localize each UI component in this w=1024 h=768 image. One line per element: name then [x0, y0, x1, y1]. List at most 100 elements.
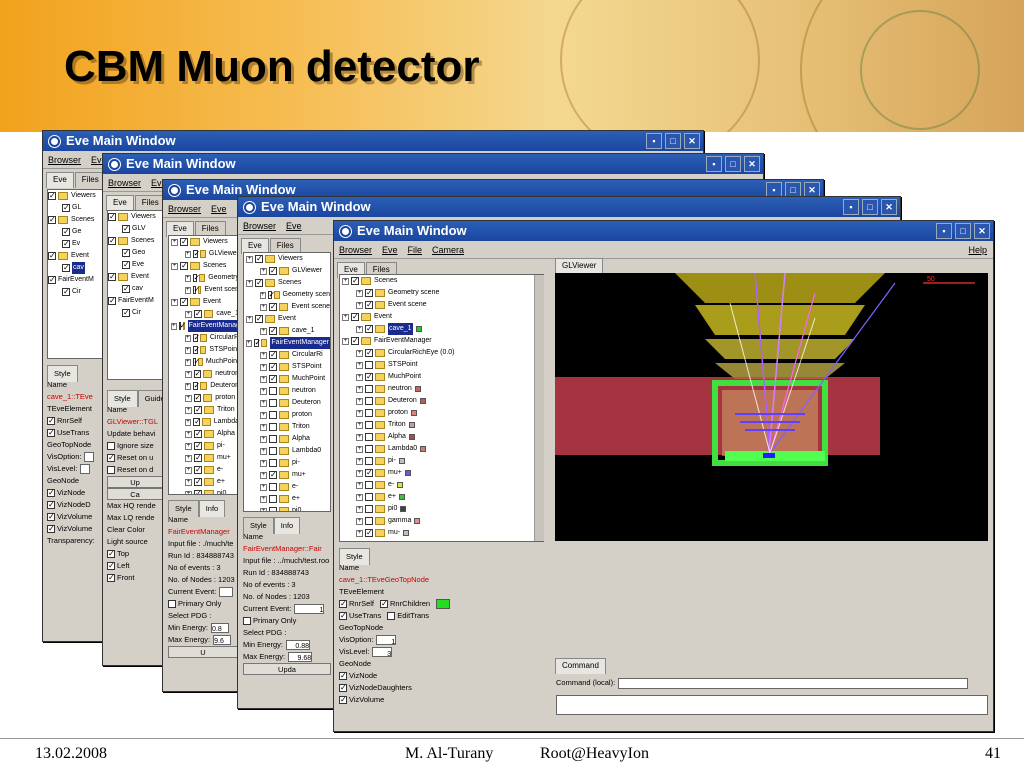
expand-icon[interactable]: +	[246, 255, 253, 263]
tree-view[interactable]: + Viewers + GLViewer + Scenes + Geometry + Event …	[168, 235, 240, 495]
rnr-children-checkbox[interactable]	[380, 598, 389, 610]
title-bar[interactable]: Eve Main Window ▪ □ ✕	[103, 154, 763, 174]
detector-render[interactable]: 50	[555, 273, 988, 541]
vis-level-input[interactable]: 3	[372, 647, 393, 658]
tree-item[interactable]: + cave_1	[169, 308, 239, 320]
title-bar[interactable]: Eve Main Window ▪ □ ✕	[43, 131, 703, 151]
command-output[interactable]	[556, 695, 988, 715]
minimize-icon[interactable]: ▪	[843, 199, 859, 215]
visibility-checkbox[interactable]	[192, 356, 200, 368]
expand-icon[interactable]: +	[171, 322, 177, 330]
expand-icon[interactable]: +	[185, 250, 191, 258]
visibility-checkbox[interactable]	[253, 337, 262, 349]
expand-icon[interactable]: +	[356, 517, 363, 525]
expand-icon[interactable]: +	[356, 349, 363, 357]
tree-item[interactable]: + mu+	[169, 452, 239, 464]
expand-icon[interactable]: +	[356, 373, 363, 381]
expand-icon[interactable]: +	[356, 529, 363, 537]
expand-icon[interactable]: +	[260, 459, 267, 467]
visibility-checkbox[interactable]	[269, 447, 277, 455]
visibility-checkbox[interactable]	[193, 308, 202, 320]
edit-trans-checkbox[interactable]	[387, 612, 396, 620]
visibility-checkbox[interactable]	[269, 435, 277, 443]
visibility-checkbox[interactable]	[365, 493, 373, 501]
visibility-checkbox[interactable]	[269, 483, 277, 491]
rnr-self-checkbox[interactable]	[339, 598, 347, 610]
tree-view[interactable]: Viewers GLV Scenes Geo Eve Event cav Fai…	[107, 210, 163, 380]
viz-node-daughters-checkbox[interactable]	[339, 682, 347, 694]
visibility-checkbox[interactable]	[365, 323, 373, 335]
close-icon[interactable]: ✕	[881, 199, 897, 215]
visibility-checkbox[interactable]	[351, 275, 359, 287]
tree-item[interactable]: + pi0	[340, 503, 543, 515]
tree-item[interactable]: + pi-	[169, 440, 239, 452]
tree-item[interactable]: + neutron	[244, 385, 330, 397]
tree-item[interactable]: + FairEventManager	[244, 337, 330, 349]
tree-item[interactable]: + MuchPoint	[244, 373, 330, 385]
tree-item[interactable]: + Triton	[244, 421, 330, 433]
tree-item[interactable]: + Geometry scene	[340, 287, 543, 299]
tree-item[interactable]: + CircularRi	[244, 349, 330, 361]
event-tree-view[interactable]: + Scenes + Geometry scene + Event scene + Event…	[339, 274, 544, 542]
expand-icon[interactable]: +	[246, 315, 253, 323]
expand-icon[interactable]: +	[185, 454, 192, 462]
tree-item[interactable]: + Lambda	[169, 416, 239, 428]
expand-icon[interactable]: +	[342, 313, 349, 321]
tree-item[interactable]: + mu-	[340, 527, 543, 539]
tab-eve[interactable]: Eve	[46, 172, 74, 188]
tree-item[interactable]: + Viewers	[244, 253, 330, 265]
tree-view[interactable]: + Viewers + GLViewer + Scenes + Geometry scen + E…	[243, 252, 331, 512]
use-trans-checkbox[interactable]	[339, 610, 347, 622]
visibility-checkbox[interactable]	[269, 387, 277, 395]
tree-item[interactable]: + Event scene	[340, 299, 543, 311]
tree-item[interactable]: + e+	[169, 476, 239, 488]
command-input[interactable]	[618, 677, 969, 689]
tree-item[interactable]: + mu+	[244, 469, 330, 481]
expand-icon[interactable]: +	[342, 277, 349, 285]
color-swatch[interactable]	[436, 599, 451, 609]
tree-item[interactable]: + proton t	[169, 392, 239, 404]
expand-icon[interactable]: +	[171, 262, 178, 270]
tree-item[interactable]: + pi0	[169, 488, 239, 494]
update-button[interactable]: Upda	[243, 663, 331, 675]
visibility-checkbox[interactable]	[180, 260, 188, 272]
visibility-checkbox[interactable]	[194, 440, 202, 452]
expand-icon[interactable]: +	[185, 418, 192, 426]
visibility-checkbox[interactable]	[269, 423, 277, 431]
tree-item[interactable]: + pi-	[340, 455, 543, 467]
tab-command[interactable]: Command	[555, 658, 606, 674]
visibility-checkbox[interactable]	[269, 411, 277, 419]
visibility-checkbox[interactable]	[192, 284, 201, 296]
viz-node-checkbox[interactable]	[339, 670, 347, 682]
visibility-checkbox[interactable]	[192, 380, 200, 392]
tab-glviewer[interactable]: GLViewer	[555, 258, 604, 274]
minimize-icon[interactable]: ▪	[646, 133, 662, 149]
visibility-checkbox[interactable]	[365, 397, 373, 405]
expand-icon[interactable]: +	[171, 298, 178, 306]
visibility-checkbox[interactable]	[351, 311, 359, 323]
visibility-checkbox[interactable]	[365, 361, 373, 369]
expand-icon[interactable]: +	[356, 457, 363, 465]
title-bar[interactable]: Eve Main Window ▪ □ ✕	[238, 197, 900, 217]
expand-icon[interactable]: +	[185, 346, 191, 354]
tree-item[interactable]: + STSPoint	[340, 359, 543, 371]
expand-icon[interactable]: +	[260, 303, 267, 311]
visibility-checkbox[interactable]	[255, 253, 263, 265]
visibility-checkbox[interactable]	[178, 320, 186, 332]
visibility-checkbox[interactable]	[365, 505, 373, 513]
visibility-checkbox[interactable]	[269, 459, 277, 467]
visibility-checkbox[interactable]	[269, 469, 277, 481]
expand-icon[interactable]: +	[260, 399, 267, 407]
tab-info[interactable]: Info	[273, 516, 301, 534]
expand-icon[interactable]: +	[185, 274, 191, 282]
visibility-checkbox[interactable]	[365, 299, 373, 311]
tree-item[interactable]: + Scenes	[340, 275, 543, 287]
visibility-checkbox[interactable]	[365, 409, 373, 417]
tree-item[interactable]: + neutron	[169, 368, 239, 380]
tree-item[interactable]: + FairEventManag	[169, 320, 239, 332]
expand-icon[interactable]: +	[356, 325, 363, 333]
visibility-checkbox[interactable]	[268, 301, 277, 313]
tree-item[interactable]: + gamma	[340, 515, 543, 527]
minimize-icon[interactable]: ▪	[936, 223, 952, 239]
visibility-checkbox[interactable]	[365, 445, 373, 453]
